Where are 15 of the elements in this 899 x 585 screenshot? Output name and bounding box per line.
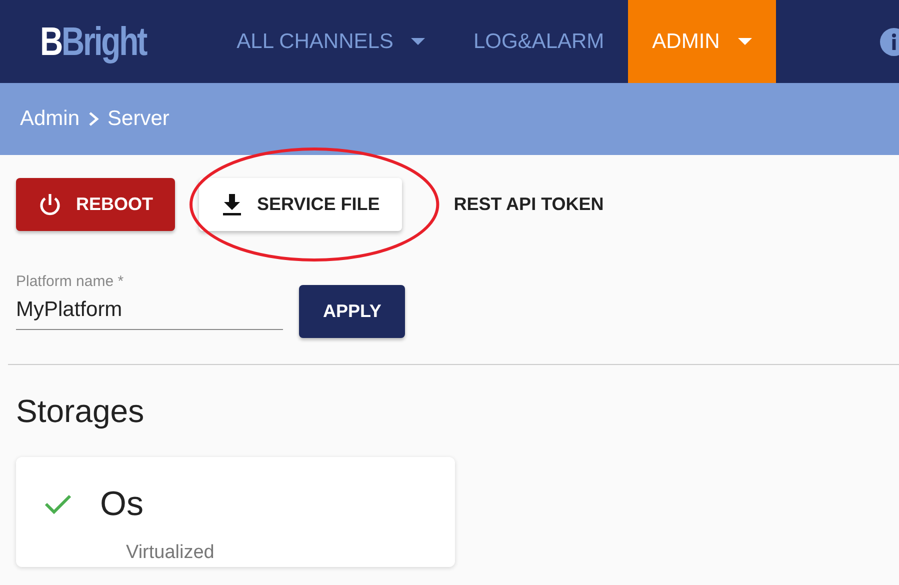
nav-tab[interactable]: ALL CHANNELS bbox=[212, 0, 450, 83]
rest-api-token-link[interactable]: REST API TOKEN bbox=[448, 178, 610, 231]
apply-button[interactable]: APPLY bbox=[299, 285, 406, 338]
action-button[interactable]: SERVICE FILE bbox=[199, 178, 402, 231]
platform-name-field[interactable]: MyPlatform bbox=[16, 294, 283, 330]
chevron-icon bbox=[88, 111, 100, 127]
nav-tab[interactable]: LOG&ALARM bbox=[449, 0, 628, 83]
storage-name: Os bbox=[100, 487, 144, 521]
power-icon bbox=[38, 192, 62, 216]
action-button[interactable]: REBOOT bbox=[16, 178, 176, 231]
section-title: Storages bbox=[16, 392, 146, 431]
download-icon bbox=[221, 192, 244, 216]
storage-subtitle: Virtualized bbox=[126, 541, 216, 565]
logo: BBright bbox=[40, 22, 146, 62]
field-label: Platform name * bbox=[16, 272, 125, 292]
